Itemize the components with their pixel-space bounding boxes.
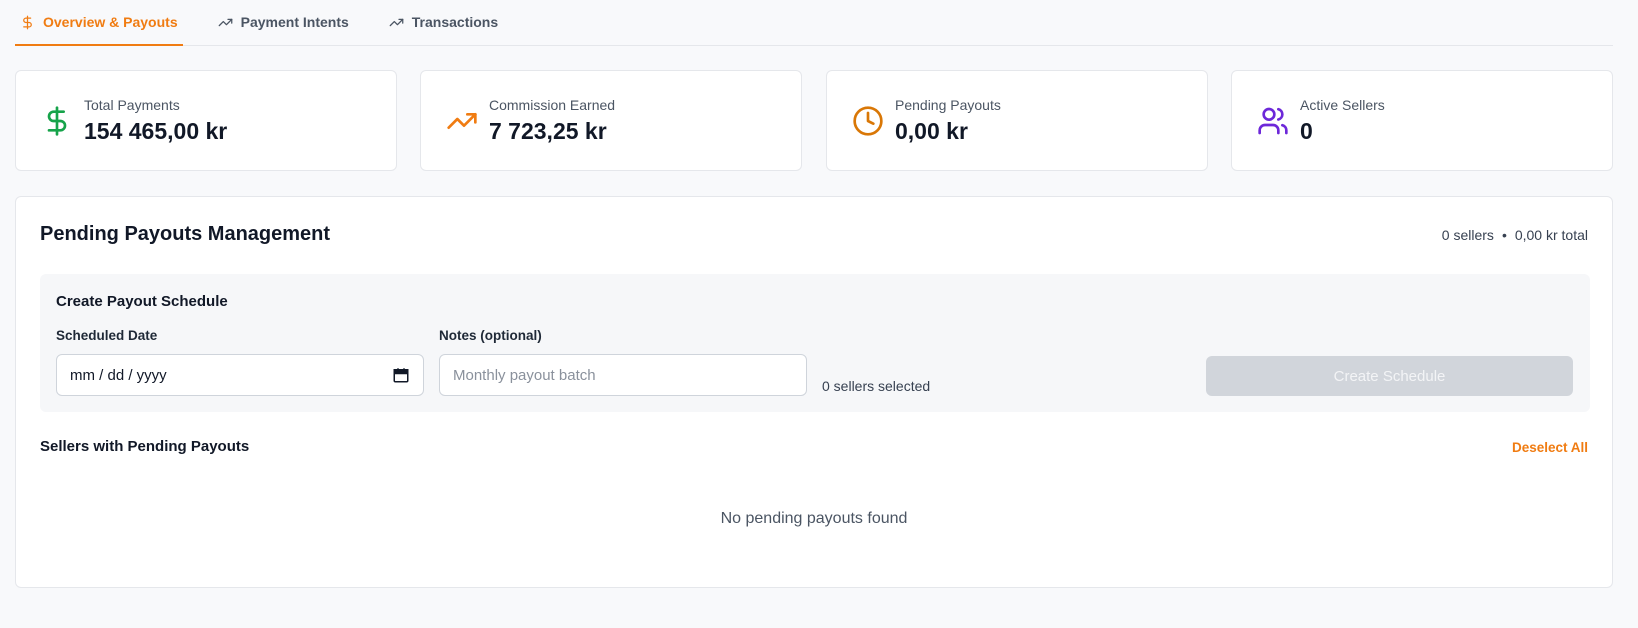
tab-overview-payouts[interactable]: Overview & Payouts	[15, 0, 183, 46]
notes-placeholder: Monthly payout batch	[453, 366, 596, 384]
stat-card-total-payments: Total Payments 154 465,00 kr	[15, 70, 397, 171]
selected-count: 0 sellers selected	[822, 378, 931, 394]
summary-separator: •	[1501, 227, 1507, 243]
tab-label: Payment Intents	[240, 14, 349, 30]
dollar-icon	[47, 106, 67, 136]
date-value: mm / dd / yyyy	[70, 366, 167, 384]
trending-up-icon	[218, 18, 232, 26]
tab-transactions[interactable]: Transactions	[384, 0, 503, 45]
tab-bar: Overview & Payouts Payment Intents Trans…	[15, 0, 1613, 46]
create-schedule-section: Create Payout Schedule Scheduled Date mm…	[40, 274, 1590, 412]
dollar-icon	[23, 15, 32, 29]
tab-label: Overview & Payouts	[43, 14, 178, 30]
trending-up-icon	[447, 113, 477, 129]
panel-title: Pending Payouts Management	[40, 223, 331, 245]
create-schedule-button[interactable]: Create Schedule	[1206, 356, 1573, 396]
notes-input[interactable]: Monthly payout batch	[439, 354, 807, 396]
stats-row: Total Payments 154 465,00 kr Commission …	[15, 70, 1613, 171]
stat-label: Pending Payouts	[895, 97, 1001, 113]
payout-summary: 0 sellers • 0,00 kr total	[1442, 227, 1588, 243]
tab-label: Transactions	[411, 14, 499, 30]
deselect-all-button[interactable]: Deselect All	[1512, 440, 1588, 455]
stat-value: 0,00 kr	[895, 118, 968, 144]
stat-label: Active Sellers	[1300, 97, 1385, 113]
tab-payment-intents[interactable]: Payment Intents	[213, 0, 354, 45]
trending-up-icon	[389, 18, 404, 26]
stat-value: 7 723,25 kr	[489, 118, 607, 144]
scheduled-date-input[interactable]: mm / dd / yyyy	[56, 354, 424, 396]
stat-card-commission: Commission Earned 7 723,25 kr	[420, 70, 802, 171]
stat-card-active-sellers: Active Sellers 0	[1231, 70, 1613, 171]
users-icon	[1258, 107, 1288, 135]
summary-sellers: 0 sellers	[1441, 227, 1494, 243]
notes-label: Notes (optional)	[439, 328, 542, 343]
date-label: Scheduled Date	[56, 328, 158, 343]
stat-value: 154 465,00 kr	[84, 118, 228, 144]
clock-icon	[853, 106, 883, 136]
stat-label: Total Payments	[84, 97, 180, 113]
calendar-icon[interactable]	[392, 366, 410, 384]
pending-payouts-panel: Pending Payouts Management 0 sellers • 0…	[15, 196, 1613, 588]
empty-state-message: No pending payouts found	[720, 510, 908, 527]
sellers-title: Sellers with Pending Payouts	[40, 438, 250, 455]
summary-total: 0,00 kr total	[1514, 227, 1588, 243]
stat-label: Commission Earned	[489, 97, 616, 113]
stat-card-pending-payouts: Pending Payouts 0,00 kr	[826, 70, 1208, 171]
schedule-title: Create Payout Schedule	[56, 293, 228, 310]
stat-value: 0	[1300, 118, 1313, 144]
